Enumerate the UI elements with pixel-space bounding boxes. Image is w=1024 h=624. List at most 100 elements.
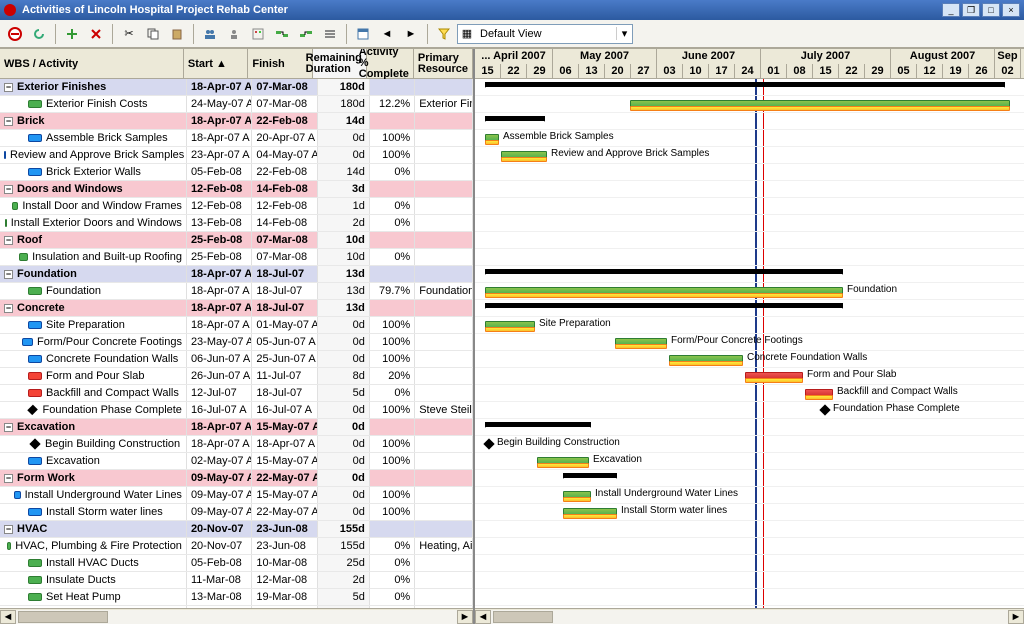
activity-row[interactable]: Install Door and Window Frames12-Feb-081… (0, 198, 473, 215)
week-header[interactable]: 12 (917, 64, 943, 79)
paste-button[interactable] (166, 23, 188, 45)
activity-row[interactable]: Review and Approve Brick Samples23-Apr-0… (0, 147, 473, 164)
cell-fin[interactable]: 22-Feb-08 (252, 113, 317, 129)
collapse-icon[interactable]: − (4, 185, 13, 194)
month-header[interactable]: ... April 2007 (475, 49, 553, 64)
cell-fin[interactable]: 18-Jul-07 (252, 300, 317, 316)
wbs-row[interactable]: −Brick18-Apr-07 A22-Feb-0814d (0, 113, 473, 130)
week-header[interactable]: 19 (943, 64, 969, 79)
cell-start[interactable]: 18-Apr-07 A (187, 419, 252, 435)
cell-res[interactable] (415, 249, 473, 265)
cell-fin[interactable]: 23-Jun-08 (252, 521, 317, 537)
cell-pct[interactable]: 12.2% (370, 96, 415, 112)
close-button[interactable]: × (1002, 3, 1020, 17)
cell-start[interactable]: 25-Feb-08 (187, 249, 252, 265)
cell-dur[interactable]: 14d (318, 164, 370, 180)
activity-bar[interactable] (563, 497, 591, 502)
cell-res[interactable]: Exterior Fini (415, 96, 473, 112)
week-header[interactable]: 05 (891, 64, 917, 79)
month-header[interactable]: June 2007 (657, 49, 761, 64)
cell-fin[interactable]: 15-May-07 A (252, 419, 317, 435)
cell-dur[interactable]: 0d (318, 436, 370, 452)
cell-fin[interactable]: 23-Jun-08 (252, 538, 317, 554)
cell-dur[interactable]: 0d (318, 504, 370, 520)
week-header[interactable]: 17 (709, 64, 735, 79)
cell-dur[interactable]: 0d (318, 351, 370, 367)
cell-pct[interactable]: 100% (370, 504, 415, 520)
filter-button[interactable] (433, 23, 455, 45)
cell-dur[interactable]: 0d (318, 334, 370, 350)
cell-dur[interactable]: 2d (318, 572, 370, 588)
cell-pct[interactable]: 79.7% (370, 283, 415, 299)
delete-button[interactable] (85, 23, 107, 45)
cell-fin[interactable]: 18-Jul-07 (252, 266, 317, 282)
cell-fin[interactable]: 18-Jul-07 (252, 283, 317, 299)
cell-start[interactable]: 09-May-07 A (187, 470, 252, 486)
cell-res[interactable] (415, 334, 473, 350)
cell-fin[interactable]: 05-Jun-07 A (252, 334, 317, 350)
cell-res[interactable] (415, 266, 473, 282)
activity-row[interactable]: Site Preparation18-Apr-07 A01-May-07 A0d… (0, 317, 473, 334)
week-header[interactable]: 22 (501, 64, 527, 79)
summary-bar[interactable] (485, 303, 843, 308)
cell-pct[interactable]: 0% (370, 164, 415, 180)
collapse-icon[interactable]: − (4, 525, 13, 534)
cell-pct[interactable] (370, 79, 415, 95)
week-header[interactable]: 02 (995, 64, 1021, 79)
cell-pct[interactable]: 100% (370, 317, 415, 333)
minimize-button[interactable]: _ (942, 3, 960, 17)
cell-start[interactable]: 18-Apr-07 A (187, 79, 252, 95)
activity-row[interactable]: Assemble Brick Samples18-Apr-07 A20-Apr-… (0, 130, 473, 147)
week-header[interactable]: 26 (969, 64, 995, 79)
activity-row[interactable]: Concrete Foundation Walls06-Jun-07 A25-J… (0, 351, 473, 368)
cell-pct[interactable] (370, 232, 415, 248)
cell-start[interactable]: 05-Feb-08 (187, 555, 252, 571)
activity-bar[interactable] (805, 395, 833, 400)
week-header[interactable]: 06 (553, 64, 579, 79)
cell-dur[interactable]: 13d (318, 300, 370, 316)
cell-pct[interactable]: 100% (370, 351, 415, 367)
cell-start[interactable]: 12-Jul-07 (187, 385, 252, 401)
cell-pct[interactable]: 0% (370, 538, 415, 554)
cell-dur[interactable]: 8d (318, 368, 370, 384)
cell-res[interactable] (415, 572, 473, 588)
week-header[interactable]: 27 (631, 64, 657, 79)
activity-bar[interactable] (745, 378, 803, 383)
col-pct-complete[interactable]: Activity % Complete (367, 49, 414, 78)
activity-row[interactable]: Form/Pour Concrete Footings23-May-07 A05… (0, 334, 473, 351)
cell-start[interactable]: 24-May-07 A (187, 96, 252, 112)
cell-fin[interactable]: 07-Mar-08 (252, 79, 317, 95)
week-header[interactable]: 20 (605, 64, 631, 79)
cell-res[interactable] (415, 215, 473, 231)
cell-pct[interactable]: 0% (370, 215, 415, 231)
cell-dur[interactable]: 10d (318, 249, 370, 265)
cell-fin[interactable]: 10-Mar-08 (252, 555, 317, 571)
activity-row[interactable]: Backfill and Compact Walls12-Jul-0718-Ju… (0, 385, 473, 402)
week-header[interactable]: 29 (527, 64, 553, 79)
week-header[interactable]: 08 (787, 64, 813, 79)
cell-start[interactable]: 18-Apr-07 A (187, 436, 252, 452)
week-header[interactable]: 22 (839, 64, 865, 79)
collapse-icon[interactable]: − (4, 117, 13, 126)
cell-res[interactable] (415, 300, 473, 316)
cell-res[interactable]: Foundation (415, 283, 473, 299)
activity-row[interactable]: Set Heat Pump13-Mar-0819-Mar-085d0% (0, 589, 473, 606)
cell-res[interactable] (415, 181, 473, 197)
cell-dur[interactable]: 180d (318, 96, 370, 112)
cell-start[interactable]: 11-Mar-08 (187, 572, 252, 588)
week-header[interactable]: 03 (657, 64, 683, 79)
cell-dur[interactable]: 13d (318, 283, 370, 299)
activity-row[interactable]: Brick Exterior Walls05-Feb-0822-Feb-0814… (0, 164, 473, 181)
cell-pct[interactable] (370, 300, 415, 316)
activity-row[interactable]: Foundation18-Apr-07 A18-Jul-0713d79.7%Fo… (0, 283, 473, 300)
codes-button[interactable] (247, 23, 269, 45)
maximize-button[interactable]: □ (982, 3, 1000, 17)
cell-start[interactable]: 18-Apr-07 A (187, 283, 252, 299)
cell-start[interactable]: 13-Mar-08 (187, 589, 252, 605)
cell-start[interactable]: 16-Jul-07 A (187, 402, 252, 418)
milestone-marker[interactable] (819, 404, 830, 415)
summary-bar[interactable] (485, 116, 545, 121)
timeline-header[interactable]: ... April 2007May 2007June 2007July 2007… (475, 49, 1024, 79)
cell-start[interactable]: 26-Jun-07 A (187, 368, 252, 384)
wbs-row[interactable]: −Excavation18-Apr-07 A15-May-07 A0d (0, 419, 473, 436)
